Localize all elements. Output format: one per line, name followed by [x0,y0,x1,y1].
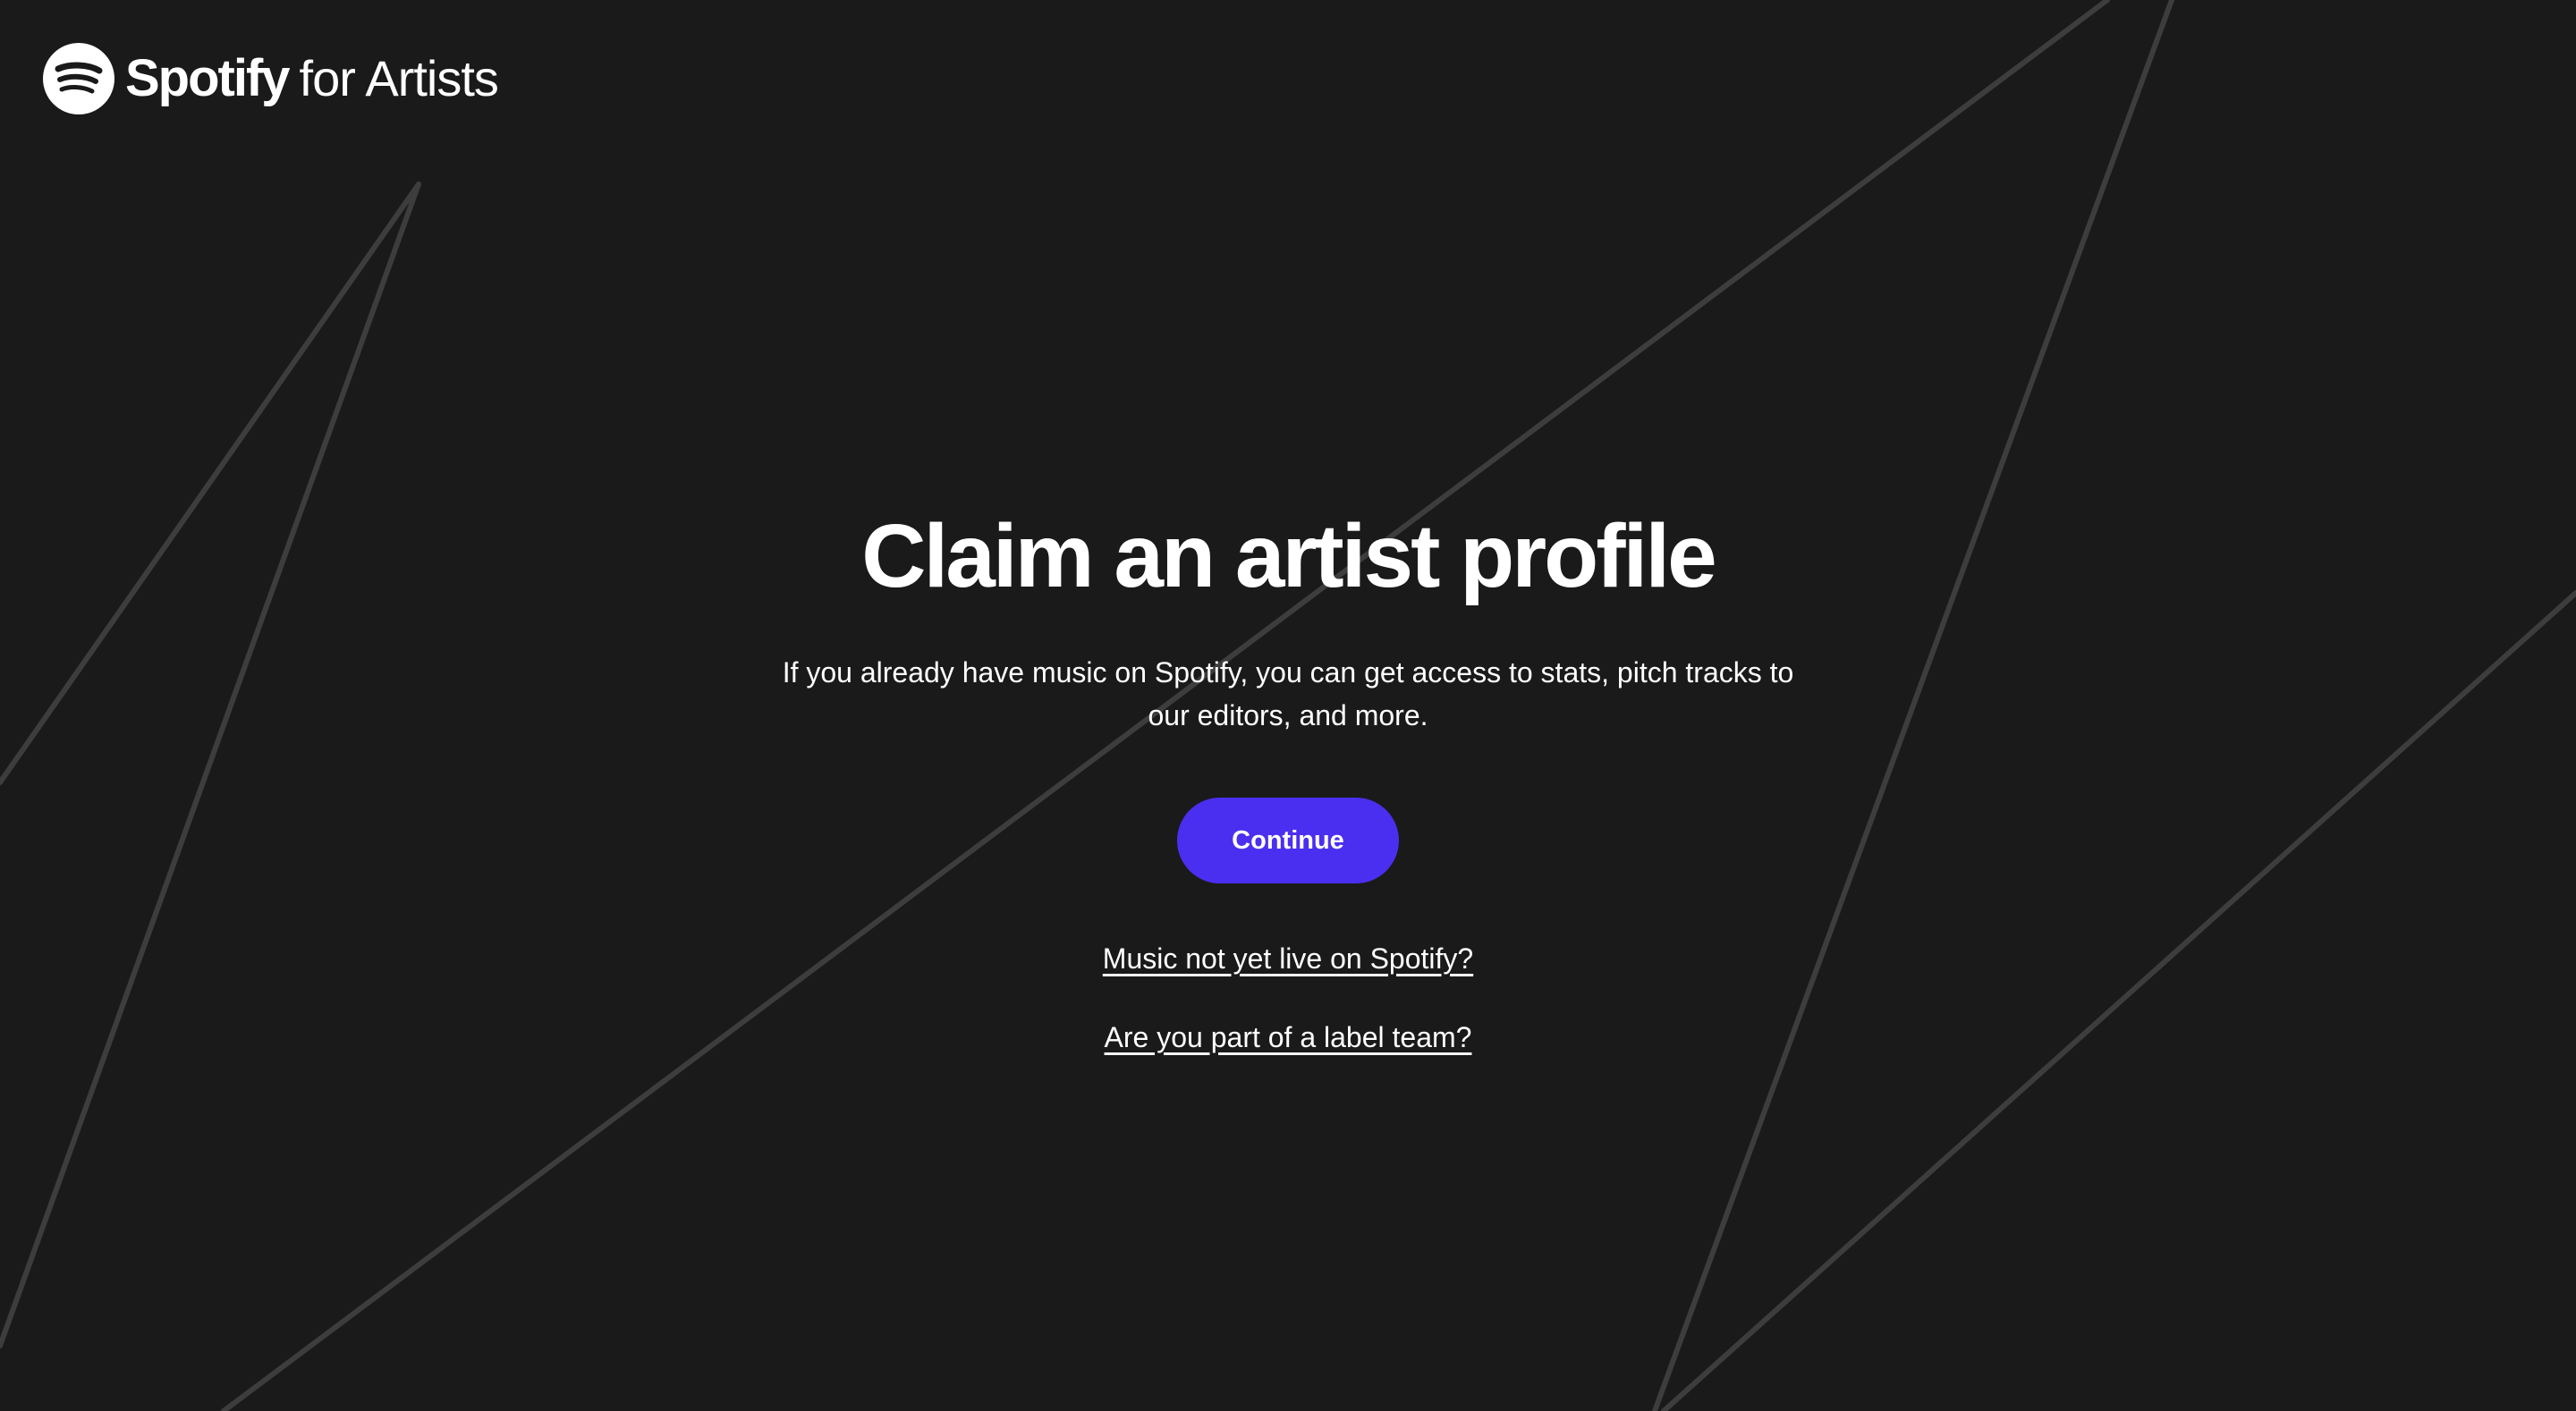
music-not-live-link[interactable]: Music not yet live on Spotify? [0,939,2576,978]
page-title: Claim an artist profile [861,506,1716,606]
spotify-for-artists-logo[interactable]: Spotify for Artists [43,43,499,114]
page-description: If you already have music on Spotify, yo… [782,656,1794,731]
label-team-link[interactable]: Are you part of a label team? [0,1018,2576,1057]
main-content: Claim an artist profile If you already h… [0,501,2576,1057]
continue-button[interactable]: Continue [1177,798,1399,883]
claim-profile-page: Spotify for Artists Claim an artist prof… [0,0,2576,1411]
spotify-logo-icon [43,43,114,114]
logo-suffix: for Artists [299,50,499,106]
logo-wordmark: Spotify [125,49,291,107]
